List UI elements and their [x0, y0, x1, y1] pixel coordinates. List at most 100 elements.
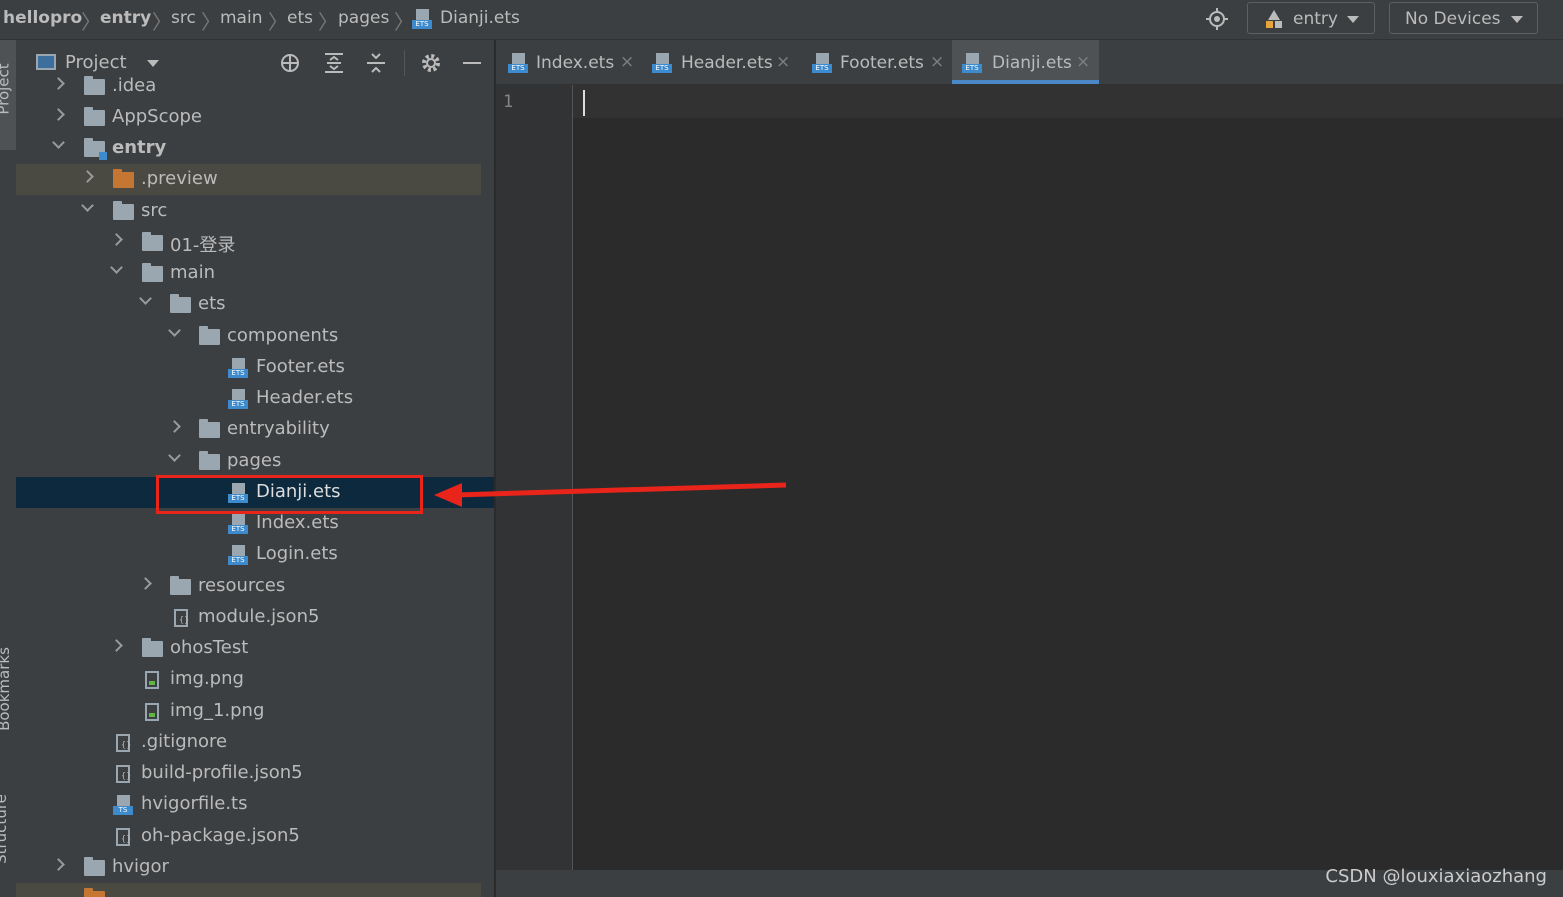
folder-icon — [142, 263, 163, 282]
structure-tool-label[interactable]: Structure — [0, 794, 10, 864]
gitignore-file-icon — [113, 733, 133, 753]
tab-dianji-ets-active[interactable]: ETS Dianji.ets × — [952, 40, 1099, 84]
tree-item-entryability[interactable]: entryability — [16, 414, 481, 445]
tree-item-build-profile-json5[interactable]: build-profile.json5 — [16, 758, 481, 789]
current-line-highlight — [573, 85, 1563, 118]
module-selector[interactable]: entry — [1247, 2, 1375, 34]
tab-footer-ets[interactable]: ETS Footer.ets × — [808, 40, 950, 84]
tree-item-img-1-png[interactable]: img_1.png — [16, 696, 481, 727]
breadcrumb-ets[interactable]: ets — [287, 8, 313, 28]
tree-item-label: oh-package.json5 — [141, 825, 300, 846]
tree-item-ets[interactable]: ets — [16, 289, 481, 320]
locate-target-icon[interactable] — [1206, 8, 1228, 30]
tree-item-resources[interactable]: resources — [16, 571, 481, 602]
tree-item-label: src — [141, 200, 168, 221]
chevron-down-icon — [110, 261, 123, 274]
ets-file-icon: ETS — [652, 53, 672, 73]
tree-item-label: 01-登录 — [170, 235, 236, 256]
tab-header-ets[interactable]: ETS Header.ets × — [648, 40, 796, 84]
chevron-down-icon — [81, 199, 94, 212]
breadcrumb-main[interactable]: main — [220, 8, 262, 28]
tree-item-pages[interactable]: pages — [16, 446, 481, 477]
tree-item-label: pages — [227, 450, 282, 471]
breadcrumb-separator-icon: 〉 — [152, 10, 172, 34]
tree-item-label: img_1.png — [170, 700, 265, 721]
chevron-down-icon — [168, 449, 181, 462]
tree-item-label: img.png — [170, 668, 244, 689]
highlight-annotation-box — [156, 475, 423, 514]
tree-item-appscope[interactable]: AppScope — [16, 102, 481, 133]
tree-item-components[interactable]: components — [16, 321, 481, 352]
editor-tabs: ETS Index.ets × ETS Header.ets × ETS Foo… — [496, 40, 1563, 85]
project-tool-tab[interactable]: Project — [0, 40, 16, 150]
breadcrumb-separator-icon: 〉 — [81, 10, 101, 34]
tree-item-label: module.json5 — [198, 606, 320, 627]
device-selector[interactable]: No Devices — [1389, 2, 1538, 34]
tree-item-entry[interactable]: entry — [16, 133, 481, 164]
close-icon[interactable]: × — [776, 52, 790, 72]
bookmarks-tool-label[interactable]: Bookmarks — [0, 647, 13, 731]
ets-file-icon: ETS — [962, 53, 982, 73]
tree-item-preview[interactable]: .preview — [16, 164, 481, 195]
ets-file-icon: ETS — [812, 53, 832, 73]
close-icon[interactable]: × — [1076, 52, 1090, 72]
chevron-down-icon — [168, 324, 181, 337]
tree-item-label: Login.ets — [256, 543, 338, 564]
folder-icon — [142, 232, 163, 251]
folder-icon — [170, 576, 191, 595]
tree-item-main[interactable]: main — [16, 258, 481, 289]
project-panel-title[interactable]: Project — [65, 52, 127, 73]
tree-item-partial[interactable] — [16, 883, 481, 897]
tab-index-ets[interactable]: ETS Index.ets × — [504, 40, 642, 84]
tab-label: Index.ets — [536, 53, 615, 73]
tree-item-label: .idea — [112, 75, 157, 96]
tree-item-hvigorfile-ts[interactable]: TS hvigorfile.ts — [16, 789, 481, 820]
tree-item-label: Index.ets — [256, 512, 339, 533]
red-arrow-annotation — [434, 482, 787, 507]
tree-item-label: ets — [198, 293, 226, 314]
breadcrumb-separator-icon: 〉 — [268, 10, 288, 34]
close-icon[interactable]: × — [930, 52, 944, 72]
breadcrumb-hellopro[interactable]: hellopro — [3, 8, 82, 28]
folder-icon — [84, 107, 105, 126]
excluded-folder-icon — [113, 169, 134, 188]
close-icon[interactable]: × — [620, 52, 634, 72]
tree-item-label: resources — [198, 575, 286, 596]
breadcrumb-src[interactable]: src — [171, 8, 196, 28]
breadcrumb-current-file[interactable]: Dianji.ets — [440, 8, 520, 28]
breadcrumb-pages[interactable]: pages — [338, 8, 389, 28]
chevron-down-icon[interactable] — [147, 60, 159, 67]
tree-item-img-png[interactable]: img.png — [16, 664, 481, 695]
chevron-right-icon — [52, 77, 65, 90]
tree-item-label: components — [227, 325, 339, 346]
csdn-watermark: CSDN @louxiaxiaozhang — [1325, 866, 1547, 887]
tree-item-label: entryability — [227, 418, 330, 439]
breadcrumb-entry[interactable]: entry — [100, 8, 151, 28]
tree-item-src[interactable]: src — [16, 196, 481, 227]
breadcrumb-separator-icon: 〉 — [201, 10, 221, 34]
tree-item-module-json5[interactable]: module.json5 — [16, 602, 481, 633]
left-tool-strip: Project Bookmarks Structure — [0, 40, 17, 897]
folder-icon — [199, 451, 220, 470]
tree-item-oh-package-json5[interactable]: oh-package.json5 — [16, 821, 481, 852]
chevron-down-icon — [139, 292, 152, 305]
ets-file-icon: ETS — [228, 545, 248, 565]
tree-item-label: build-profile.json5 — [141, 762, 303, 783]
tree-item-footer-ets[interactable]: ETS Footer.ets — [16, 352, 481, 383]
tree-item-idea[interactable]: .idea — [16, 71, 481, 102]
tree-item-01-login[interactable]: 01-登录 — [16, 227, 481, 258]
minimize-icon[interactable] — [463, 62, 481, 64]
project-view-icon — [36, 54, 56, 70]
tree-item-label: Footer.ets — [256, 356, 345, 377]
device-selector-label: No Devices — [1405, 9, 1501, 29]
tree-item-label: hvigor — [112, 856, 169, 877]
tree-item-gitignore[interactable]: .gitignore — [16, 727, 481, 758]
json-file-icon — [171, 608, 191, 628]
tree-item-ohostest[interactable]: ohosTest — [16, 633, 481, 664]
navigation-bar: hellopro 〉 entry 〉 src 〉 main 〉 ets 〉 pa… — [0, 0, 1563, 40]
chevron-down-icon — [52, 136, 65, 149]
tree-item-hvigor[interactable]: hvigor — [16, 852, 481, 883]
tree-item-header-ets[interactable]: ETS Header.ets — [16, 383, 481, 414]
ets-file-icon: ETS — [508, 53, 528, 73]
tree-item-login-ets[interactable]: ETS Login.ets — [16, 539, 481, 570]
